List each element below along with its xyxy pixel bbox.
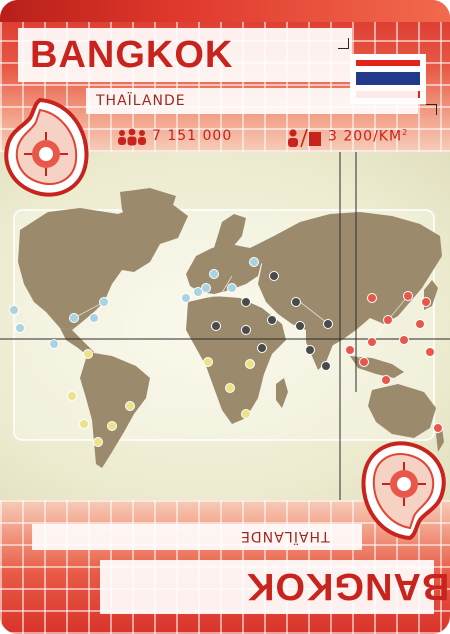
corner-mark [338,38,349,49]
city-name-flipped: BANGKOK [246,565,450,607]
top-red-bar [0,0,450,22]
people-group-icon [118,128,146,146]
density-number: 3 200/KM [328,128,403,145]
paisley-icon [361,441,446,541]
density-exponent: 2 [402,128,409,137]
country-name: THAÏLANDE [96,93,186,109]
density-value: 3 200/KM2 [328,128,408,145]
city-name: BANGKOK [30,34,234,76]
corner-mark [426,104,437,115]
paisley-icon [4,97,89,197]
country-name-flipped: THAÏLANDE [240,528,330,544]
population-value: 7 151 000 [152,128,233,144]
person-per-area-icon [288,128,321,148]
city-card: BANGKOK THAÏLANDE 7 151 000 3 200/KM2 TH… [0,0,450,634]
